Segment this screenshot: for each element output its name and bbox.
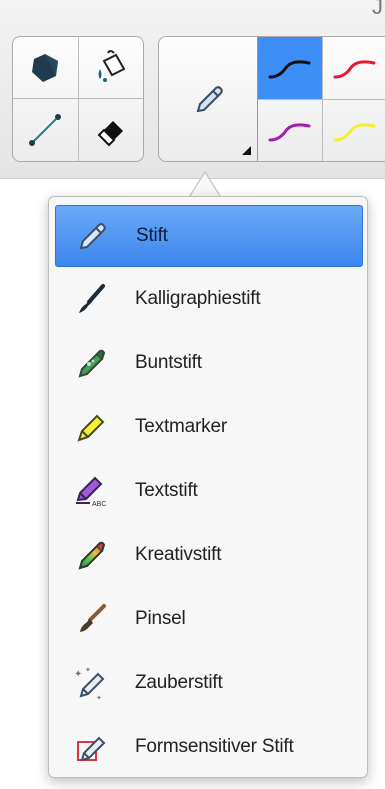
pen-icon xyxy=(79,223,106,250)
dropdown-triangle-icon xyxy=(242,146,251,155)
menu-item-label: Stift xyxy=(136,225,168,246)
menu-item-label: Buntstift xyxy=(135,352,202,373)
menu-item-label: Kalligraphiestift xyxy=(135,288,261,309)
squiggle-yellow-icon xyxy=(333,123,376,142)
eraser-icon xyxy=(97,120,123,146)
menu-item-textmarker[interactable]: Textmarker xyxy=(55,397,361,457)
menu-item-label: Pinsel xyxy=(135,608,186,629)
squiggle-black-icon xyxy=(268,60,311,79)
svg-text:✦: ✦ xyxy=(96,694,102,701)
toolbar: J xyxy=(0,0,385,179)
svg-text:✦: ✦ xyxy=(85,666,91,674)
line-icon xyxy=(29,113,61,146)
color-swatch-purple[interactable] xyxy=(258,100,322,161)
squiggle-purple-icon xyxy=(268,123,311,142)
grid-divider-horizontal xyxy=(13,98,143,99)
pen-type-button[interactable] xyxy=(159,37,257,161)
menu-item-textstift[interactable]: ABC Textstift xyxy=(55,461,361,521)
menu-item-label: Formsensitiver Stift xyxy=(135,736,294,757)
line-tool-button[interactable] xyxy=(13,99,77,160)
highlighter-icon xyxy=(77,414,105,442)
menu-item-label: Kreativstift xyxy=(135,544,222,565)
eraser-tool-button[interactable] xyxy=(79,99,143,160)
menu-item-label: Zauberstift xyxy=(135,672,223,693)
creative-pen-icon xyxy=(78,541,106,570)
menu-item-label: Textstift xyxy=(135,480,198,501)
grid-divider-vertical xyxy=(78,37,79,161)
color-swatch-red[interactable] xyxy=(323,37,385,99)
color-swatch-black[interactable] xyxy=(258,37,322,99)
brush-icon xyxy=(80,604,106,632)
polygon-tool-button[interactable] xyxy=(13,37,77,98)
menu-item-buntstift[interactable]: Buntstift xyxy=(55,333,361,393)
magic-pen-icon: ✦ ✦ ✦ xyxy=(74,666,105,701)
pen-type-menu: Stift Kalligraphiestift Buntstift Textma… xyxy=(48,196,368,778)
menu-item-formsensitiver-stift[interactable]: Formsensitiver Stift xyxy=(55,717,361,777)
menu-item-zauberstift[interactable]: ✦ ✦ ✦ Zauberstift xyxy=(55,653,361,713)
fill-tool-button[interactable] xyxy=(79,37,143,98)
svg-text:ABC: ABC xyxy=(92,501,106,508)
crayon-icon xyxy=(78,349,106,378)
menu-item-stift[interactable]: Stift xyxy=(55,205,363,267)
paint-bucket-icon xyxy=(98,49,126,82)
pencil-icon xyxy=(196,86,223,113)
swatch-divider-horizontal xyxy=(258,99,385,100)
svg-text:✦: ✦ xyxy=(74,669,82,680)
pen-color-group xyxy=(158,36,385,162)
menu-item-label: Textmarker xyxy=(135,416,227,437)
shape-recognition-pen-icon xyxy=(77,736,106,762)
toolbar-corner-glyph: J xyxy=(372,0,383,19)
polygon-icon xyxy=(32,53,58,82)
color-swatch-yellow[interactable] xyxy=(323,100,385,161)
squiggle-red-icon xyxy=(333,60,376,79)
text-pen-icon: ABC xyxy=(76,476,106,508)
menu-item-kreativstift[interactable]: Kreativstift xyxy=(55,525,361,585)
shape-tools-group xyxy=(12,36,144,162)
calligraphy-pen-icon xyxy=(79,284,105,313)
menu-item-kalligraphiestift[interactable]: Kalligraphiestift xyxy=(55,269,361,329)
menu-item-pinsel[interactable]: Pinsel xyxy=(55,589,361,649)
